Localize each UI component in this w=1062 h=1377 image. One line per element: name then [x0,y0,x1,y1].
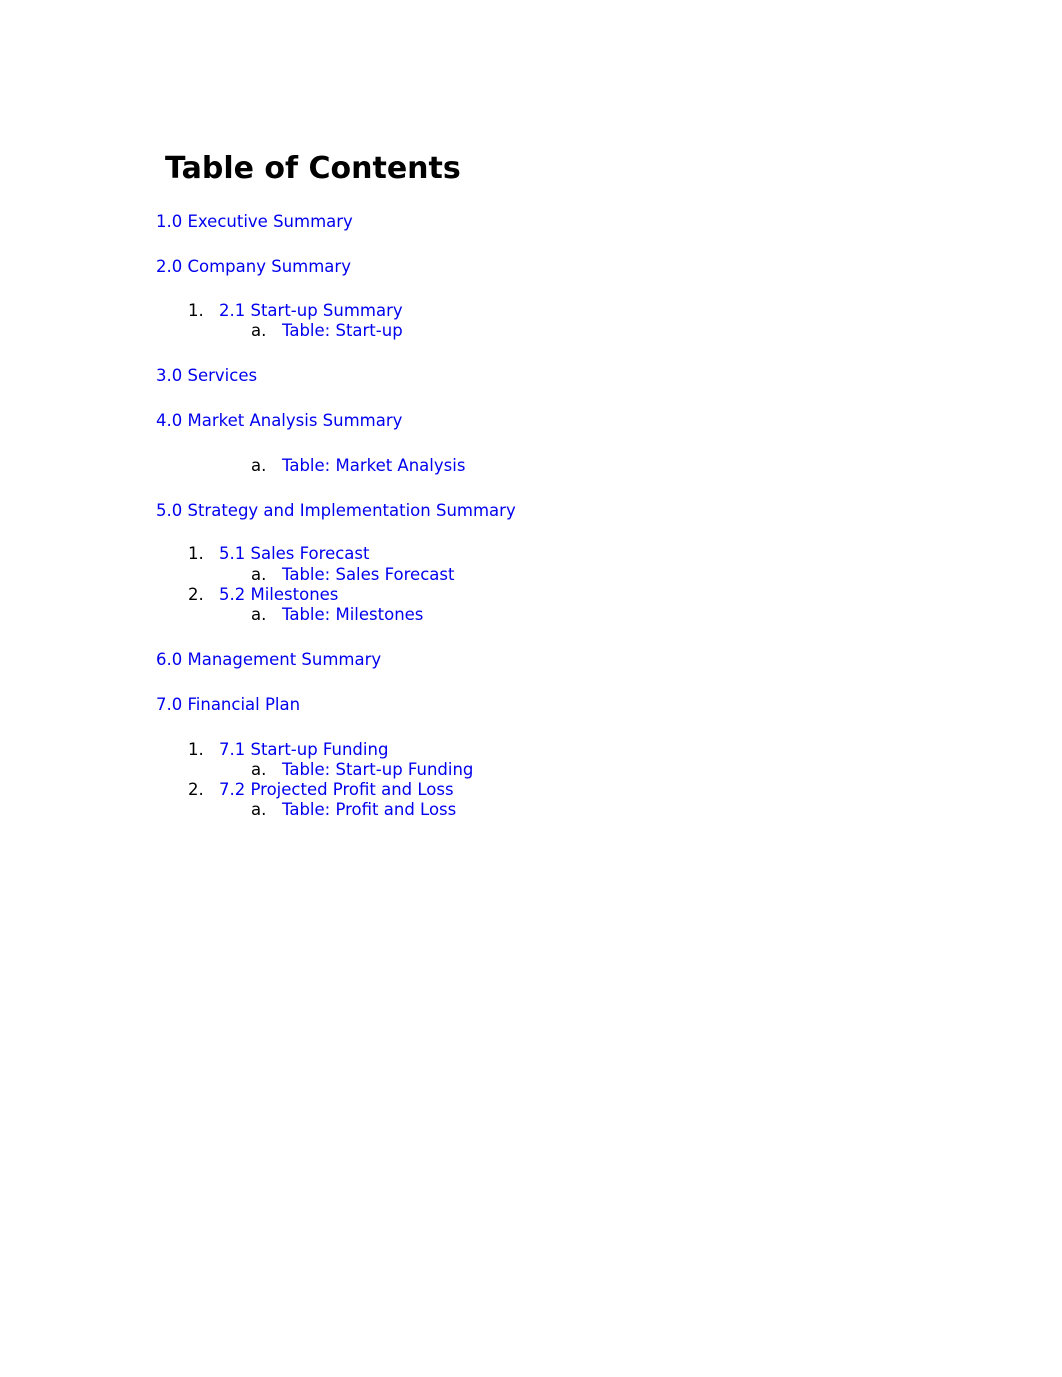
toc-link[interactable]: Table: Milestones [282,605,423,625]
toc-link[interactable]: 7.2 Projected Profit and Loss [219,780,454,800]
toc-entry-services[interactable]: 3.0 Services [156,366,257,386]
toc-link[interactable]: 1.0 Executive Summary [156,212,353,231]
toc-entry-market-analysis-summary[interactable]: 4.0 Market Analysis Summary [156,411,402,431]
toc-entry-company-summary[interactable]: 2.0 Company Summary [156,257,351,277]
list-marker: 2. [188,780,204,799]
toc-link[interactable]: Table: Start-up Funding [282,760,473,780]
toc-link[interactable]: 3.0 Services [156,366,257,385]
toc-link[interactable]: 5.2 Milestones [219,585,338,605]
page-title: Table of Contents [165,151,461,186]
toc-entry-strategy-implementation[interactable]: 5.0 Strategy and Implementation Summary [156,501,516,521]
toc-link[interactable]: 2.0 Company Summary [156,257,351,276]
toc-link[interactable]: 7.0 Financial Plan [156,695,300,714]
toc-entry-executive-summary[interactable]: 1.0 Executive Summary [156,212,353,232]
toc-link[interactable]: Table: Profit and Loss [282,800,456,820]
toc-link[interactable]: 5.1 Sales Forecast [219,544,369,564]
toc-link[interactable]: Table: Market Analysis [282,456,465,476]
toc-link[interactable]: Table: Sales Forecast [282,565,454,585]
toc-entry-management-summary[interactable]: 6.0 Management Summary [156,650,381,670]
list-marker: a. [251,800,267,819]
list-marker: a. [251,321,267,340]
list-marker: a. [251,456,267,475]
toc-link[interactable]: 4.0 Market Analysis Summary [156,411,402,430]
list-marker: 1. [188,740,204,759]
list-marker: 1. [188,301,204,320]
toc-link[interactable]: 5.0 Strategy and Implementation Summary [156,501,516,520]
list-marker: a. [251,605,267,624]
list-marker: 1. [188,544,204,563]
toc-link[interactable]: 6.0 Management Summary [156,650,381,669]
list-marker: 2. [188,585,204,604]
list-marker: a. [251,565,267,584]
toc-link[interactable]: 7.1 Start-up Funding [219,740,388,760]
toc-entry-financial-plan[interactable]: 7.0 Financial Plan [156,695,300,715]
toc-link[interactable]: 2.1 Start-up Summary [219,301,403,321]
toc-link[interactable]: Table: Start-up [282,321,403,341]
list-marker: a. [251,760,267,779]
